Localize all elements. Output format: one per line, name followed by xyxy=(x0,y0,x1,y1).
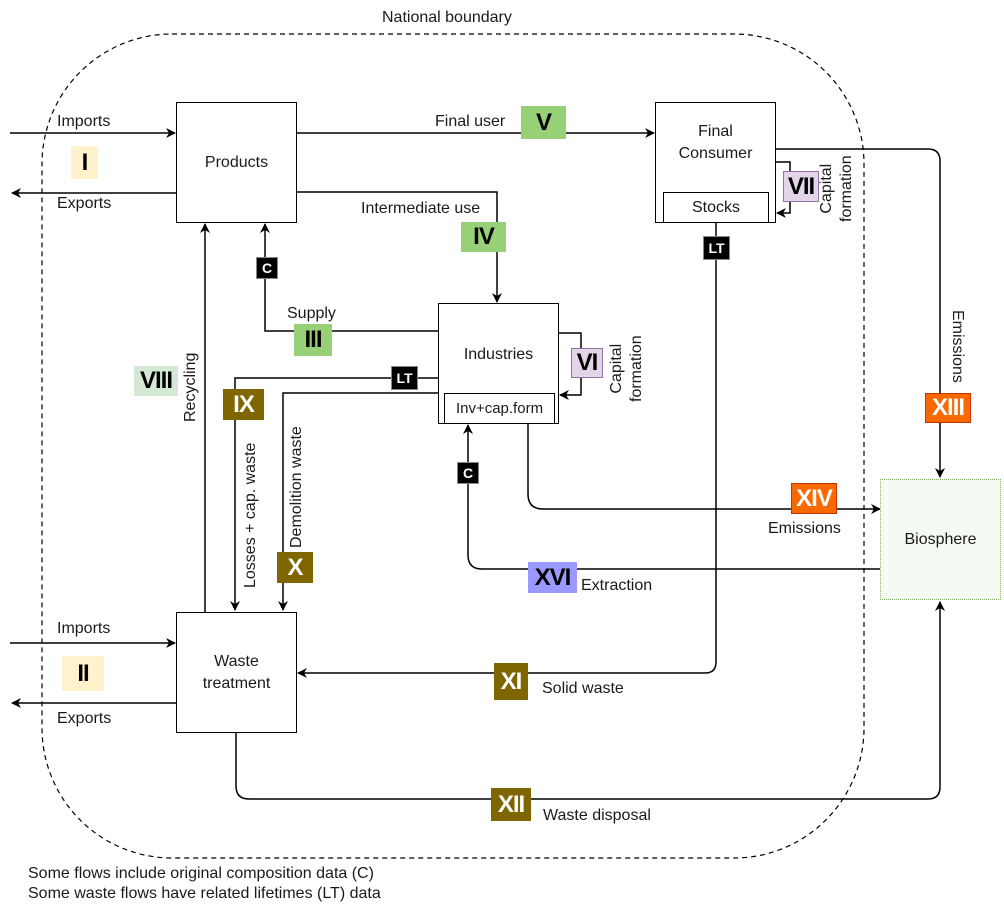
emissions-xiii-label: Emissions xyxy=(949,310,966,383)
badge-IX: IX xyxy=(223,389,264,420)
composition-tag-extraction: C xyxy=(457,462,479,484)
flow-diagram-wires xyxy=(10,33,945,859)
badge-X: X xyxy=(277,552,313,583)
intermediate-use-label: Intermediate use xyxy=(361,200,481,217)
emissions-xiv-label: Emissions xyxy=(768,520,841,537)
extraction-label: Extraction xyxy=(581,577,653,594)
note-lifetimes: Some waste flows have related lifetimes … xyxy=(28,885,381,902)
capital-formation-vii-label: Capital formation xyxy=(818,155,855,222)
waste-treatment-node[interactable]: Waste treatment xyxy=(176,612,297,733)
badge-III: III xyxy=(294,324,332,356)
badge-XVI: XVI xyxy=(528,562,577,593)
badge-XIII: XIII xyxy=(925,393,971,423)
biosphere-node[interactable]: Biosphere xyxy=(880,479,1001,600)
badge-V: V xyxy=(521,106,566,139)
badge-XII: XII xyxy=(491,788,531,821)
note-composition: Some flows include original composition … xyxy=(28,865,374,882)
national-boundary-label: National boundary xyxy=(382,9,512,26)
waste-disposal-label: Waste disposal xyxy=(543,807,651,824)
flow-waste-disposal xyxy=(235,601,945,800)
badge-I: I xyxy=(71,146,98,179)
badge-XI: XI xyxy=(494,663,528,700)
exports-bottom-label: Exports xyxy=(57,710,112,727)
composition-tag-supply: C xyxy=(256,257,278,279)
badge-VII: VII xyxy=(783,171,819,202)
demolition-waste-label: Demolition waste xyxy=(288,426,305,548)
supply-label: Supply xyxy=(287,305,336,322)
products-label: Products xyxy=(204,153,269,171)
inv-cap-form-subnode[interactable]: Inv+cap.form xyxy=(444,393,555,424)
lifetime-tag-stocks: LT xyxy=(703,236,730,260)
final-user-label: Final user xyxy=(435,113,506,130)
final-consumer-label: Final Consumer xyxy=(678,123,753,162)
flow-solid-waste xyxy=(297,222,717,678)
products-node[interactable]: Products xyxy=(176,102,297,223)
capital-formation-vi-label: Capital formation xyxy=(608,335,645,402)
badge-VIII: VIII xyxy=(134,366,178,396)
solid-waste-label: Solid waste xyxy=(542,680,624,697)
biosphere-label: Biosphere xyxy=(904,530,977,548)
lifetime-tag-industries: LT xyxy=(391,366,418,390)
waste-treatment-label: Waste treatment xyxy=(202,652,271,692)
recycling-label: Recycling xyxy=(182,352,199,422)
badge-II: II xyxy=(62,656,104,691)
losses-cap-waste-label: Losses + cap. waste xyxy=(242,442,259,588)
flow-losses-cap-waste xyxy=(230,377,438,611)
badge-XIV: XIV xyxy=(791,483,837,514)
badge-IV: IV xyxy=(461,222,506,252)
imports-top-label: Imports xyxy=(57,113,111,130)
exports-top-label: Exports xyxy=(57,195,112,212)
badge-VI: VI xyxy=(571,348,603,378)
stocks-label: Stocks xyxy=(691,198,740,216)
stocks-subnode[interactable]: Stocks xyxy=(663,192,769,223)
imports-bottom-label: Imports xyxy=(57,620,111,637)
industries-label: Industries xyxy=(463,346,534,363)
inv-cap-form-label: Inv+cap.form xyxy=(455,400,544,417)
